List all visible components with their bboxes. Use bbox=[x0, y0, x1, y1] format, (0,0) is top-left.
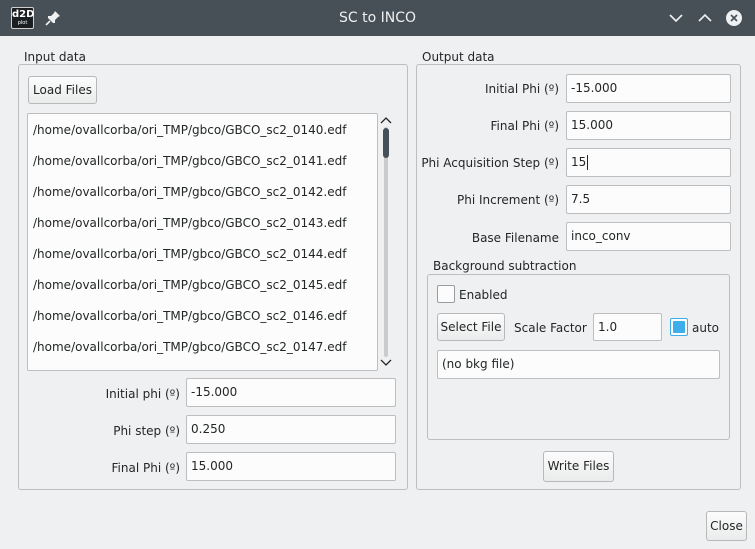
list-item[interactable]: /home/ovallcorba/ori_TMP/gbco/GBCO_sc2_0… bbox=[33, 216, 346, 230]
load-files-button[interactable]: Load Files bbox=[28, 76, 97, 104]
window-title: SC to INCO bbox=[338, 10, 416, 26]
list-item[interactable]: /home/ovallcorba/ori_TMP/gbco/GBCO_sc2_0… bbox=[33, 154, 346, 168]
maximize-icon[interactable] bbox=[696, 9, 714, 27]
input-final-phi-label: Final Phi (º) bbox=[111, 461, 180, 475]
bkg-file-field[interactable]: (no bkg file) bbox=[437, 350, 720, 379]
scroll-thumb[interactable] bbox=[383, 128, 389, 158]
write-files-button[interactable]: Write Files bbox=[543, 451, 614, 482]
input-data-title: Input data bbox=[22, 50, 88, 64]
auto-checkbox[interactable] bbox=[670, 318, 688, 336]
scroll-up-icon[interactable] bbox=[380, 115, 392, 125]
title-bar: d2D plot SC to INCO bbox=[0, 0, 755, 36]
input-initial-phi-label: Initial phi (º) bbox=[105, 387, 180, 401]
phi-increment-field[interactable]: 7.5 bbox=[566, 185, 731, 214]
output-final-phi-field[interactable]: 15.000 bbox=[566, 111, 731, 140]
acq-step-field[interactable]: 15 bbox=[566, 148, 731, 177]
input-phi-step-label: Phi step (º) bbox=[113, 424, 180, 438]
list-item[interactable]: /home/ovallcorba/ori_TMP/gbco/GBCO_sc2_0… bbox=[33, 247, 346, 261]
select-file-button[interactable]: Select File bbox=[437, 313, 505, 341]
output-data-title: Output data bbox=[420, 50, 497, 64]
enabled-checkbox[interactable] bbox=[437, 285, 455, 303]
close-button[interactable]: Close bbox=[706, 511, 747, 541]
minimize-icon[interactable] bbox=[667, 9, 685, 27]
output-final-phi-label: Final Phi (º) bbox=[490, 119, 559, 133]
base-filename-label: Base Filename bbox=[471, 231, 559, 245]
output-initial-phi-field[interactable]: -15.000 bbox=[566, 74, 731, 103]
phi-increment-label: Phi Increment (º) bbox=[457, 193, 559, 207]
close-window-icon[interactable] bbox=[725, 9, 743, 27]
list-item[interactable]: /home/ovallcorba/ori_TMP/gbco/GBCO_sc2_0… bbox=[33, 185, 346, 199]
scale-factor-field[interactable]: 1.0 bbox=[593, 313, 662, 341]
output-initial-phi-label: Initial Phi (º) bbox=[484, 82, 559, 96]
input-initial-phi-field[interactable]: -15.000 bbox=[186, 378, 396, 407]
list-item[interactable]: /home/ovallcorba/ori_TMP/gbco/GBCO_sc2_0… bbox=[33, 278, 346, 292]
text-cursor bbox=[587, 155, 589, 170]
enabled-label: Enabled bbox=[459, 288, 508, 302]
scroll-track[interactable] bbox=[384, 127, 388, 357]
auto-label: auto bbox=[692, 321, 720, 335]
file-list-scrollbar[interactable] bbox=[378, 113, 394, 371]
background-title: Background subtraction bbox=[431, 259, 579, 273]
file-list[interactable]: /home/ovallcorba/ori_TMP/gbco/GBCO_sc2_0… bbox=[27, 113, 378, 371]
list-item[interactable]: /home/ovallcorba/ori_TMP/gbco/GBCO_sc2_0… bbox=[33, 309, 346, 323]
base-filename-field[interactable]: inco_conv bbox=[566, 222, 731, 251]
acq-step-label: Phi Acquisition Step (º) bbox=[421, 156, 559, 170]
scale-factor-label: Scale Factor bbox=[514, 321, 587, 335]
input-phi-step-field[interactable]: 0.250 bbox=[186, 415, 396, 444]
scroll-down-icon[interactable] bbox=[380, 358, 392, 368]
input-final-phi-field[interactable]: 15.000 bbox=[186, 452, 396, 481]
list-item[interactable]: /home/ovallcorba/ori_TMP/gbco/GBCO_sc2_0… bbox=[33, 340, 346, 354]
list-item[interactable]: /home/ovallcorba/ori_TMP/gbco/GBCO_sc2_0… bbox=[33, 123, 346, 137]
